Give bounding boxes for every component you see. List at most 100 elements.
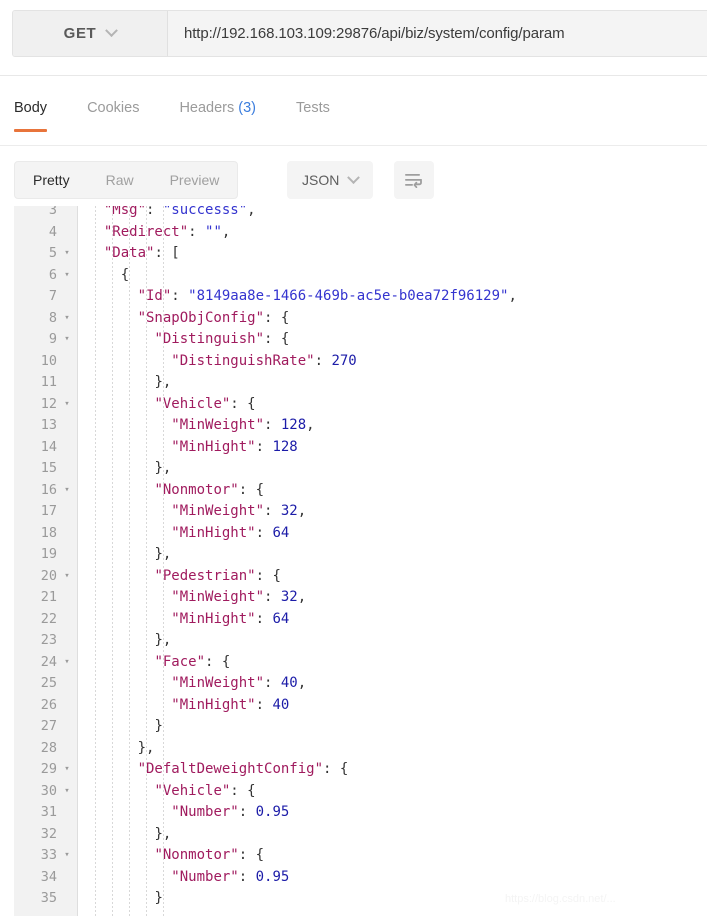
json-token-p: }, [137,739,155,756]
line-number: 23 [40,632,57,648]
json-token-p: , [306,417,315,433]
fold-arrow-icon[interactable]: ▾ [61,243,73,265]
line-number: 15 [40,460,57,476]
json-token-p: }, [154,460,172,476]
json-token-p: : { [230,782,256,799]
json-token-p: : [238,804,256,820]
json-token-p: : [171,288,189,304]
line-number: 24 ▾ [14,652,77,674]
line-number: 31 [40,804,57,820]
json-token-p: , [297,675,307,691]
request-url-row: GET http://192.168.103.109:29876/api/biz… [0,0,707,76]
json-token-k: "Redirect" [103,223,189,240]
code-line: "Msg": "successs", [87,206,707,222]
fold-arrow-icon[interactable]: ▾ [61,480,73,502]
code-line: "MinWeight": 128, [87,415,707,437]
fold-arrow-icon[interactable]: ▾ [61,652,73,674]
fold-arrow-icon[interactable]: ▾ [61,265,73,287]
response-tabbar: Body Cookies Headers (3) Tests [0,92,707,146]
code-line: }, [87,458,707,480]
word-wrap-toggle[interactable] [394,161,434,199]
fold-arrow-icon[interactable]: ▾ [61,329,73,351]
json-token-p: : { [255,567,281,584]
line-number: 12 ▾ [14,394,77,416]
json-token-p: : { [238,481,265,498]
line-number: 13 [40,417,57,433]
json-token-n: 0.95 [255,804,290,820]
fold-arrow-icon[interactable]: ▾ [61,566,73,588]
response-body-viewer[interactable]: 3 4 5 ▾ 6 ▾ 7 8 ▾ 9 ▾ 10 11 12 ▾ 13 14 15 16 ▾ 17 18 19 20 ▾ 21 22… [14,206,707,916]
json-token-p: : [264,589,281,605]
tab-cookies[interactable]: Cookies [87,92,139,132]
json-token-k: "MinHight" [171,610,256,627]
json-token-k: "MinWeight" [171,675,265,691]
line-number: 32 [40,825,57,842]
tab-tests[interactable]: Tests [296,92,330,132]
code-line: }, [87,372,707,394]
url-input[interactable]: http://192.168.103.109:29876/api/biz/sys… [168,11,707,56]
code-line: "MinWeight": 40, [87,673,707,695]
url-value: http://192.168.103.109:29876/api/biz/sys… [184,25,565,42]
fold-arrow-icon[interactable]: ▾ [61,308,73,330]
tab-body[interactable]: Body [14,92,48,132]
json-token-k: "Distinguish" [154,331,265,347]
code-line: "Distinguish": { [87,329,707,351]
body-view-mode-group: Pretty Raw Preview [14,161,239,199]
json-token-p: }, [154,825,172,842]
tab-label: Tests [296,100,330,116]
view-mode-preview[interactable]: Preview [152,162,238,198]
fold-arrow-icon[interactable]: ▾ [61,781,73,803]
line-number: 21 [40,589,57,605]
json-token-p: : [255,696,273,713]
json-token-s: "8149aa8e-1466-469b-ac5e-b0ea72f96129" [188,288,509,304]
json-token-k: "Id" [137,288,172,304]
fold-arrow-icon[interactable]: ▾ [61,759,73,781]
body-format-toolbar: Pretty Raw Preview JSON [0,158,707,206]
line-number: 26 [40,696,57,713]
json-token-k: "Number" [171,804,239,820]
http-method-label: GET [63,25,97,42]
view-mode-pretty[interactable]: Pretty [15,162,88,198]
json-token-p: : [255,610,273,627]
json-token-p: : [255,438,273,455]
json-token-p: : [ [154,245,180,261]
fold-arrow-icon[interactable]: ▾ [61,845,73,867]
code-line: "MinWeight": 32, [87,587,707,609]
json-token-k: "Msg" [103,206,147,218]
code-line: "Number": 0.95 [87,802,707,824]
fold-arrow-icon[interactable]: ▾ [61,394,73,416]
code-line: }, [87,630,707,652]
json-token-n: 64 [272,610,290,627]
json-token-k: "Vehicle" [154,395,231,412]
json-token-p: : [314,352,332,369]
code-line: }, [87,824,707,846]
line-number: 34 [40,868,57,885]
code-line: "Vehicle": { [87,394,707,416]
json-token-p: : { [238,847,265,863]
code-line: "MinHight": 40 [87,695,707,717]
json-token-p: }, [154,374,172,390]
line-number: 27 [40,718,57,734]
json-token-n: 32 [280,589,298,605]
line-number: 22 [40,610,57,627]
json-token-k: "MinWeight" [171,589,265,605]
line-number: 5 ▾ [14,243,77,265]
line-number: 11 [40,374,57,390]
code-line: "Data": [ [87,243,707,265]
tab-headers[interactable]: Headers (3) [179,92,256,132]
line-number: 29 ▾ [14,759,77,781]
line-number: 17 [40,503,57,519]
json-code-area[interactable]: "Msg": "successs", "Redirect": "", "Data… [79,206,707,916]
body-language-select[interactable]: JSON [287,161,374,199]
body-language-label: JSON [302,172,340,188]
json-token-k: "MinHight" [171,524,256,541]
json-token-p: { [120,266,130,283]
json-token-k: "SnapObjConfig" [137,309,265,326]
view-mode-raw[interactable]: Raw [88,162,152,198]
json-token-k: "Face" [154,653,206,670]
json-token-p: , [297,589,307,605]
json-token-p: : { [264,309,290,326]
line-number: 14 [40,438,57,455]
http-method-select[interactable]: GET [13,11,168,56]
chevron-down-icon [105,24,119,38]
